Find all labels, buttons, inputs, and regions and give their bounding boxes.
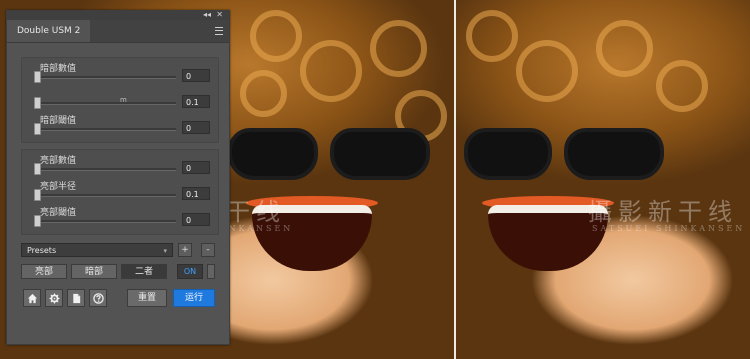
panel-tabbar: Double USM 2 (7, 20, 229, 43)
slider-thumb[interactable] (34, 215, 41, 227)
panel-menu-icon[interactable] (215, 27, 223, 35)
slider-label: 暗部閾值 (40, 116, 77, 126)
slider-label: 亮部閾值 (40, 208, 77, 218)
sunglasses-left-lens (228, 128, 318, 180)
slider-track[interactable] (34, 102, 176, 105)
hair-curl (250, 10, 302, 62)
collapse-icon[interactable]: ◂◂ (203, 10, 211, 19)
panel-titlebar: ◂◂ ✕ (7, 10, 229, 20)
slider-thumb[interactable] (34, 97, 41, 109)
panel-tab[interactable]: Double USM 2 (7, 20, 91, 42)
slider-label: 亮部數值 (40, 156, 77, 166)
sunglasses-right-lens (330, 128, 430, 180)
home-icon (27, 293, 37, 303)
slider-value-field[interactable]: 0 (182, 213, 210, 226)
hair-curl (656, 60, 708, 112)
slider-value-field[interactable]: 0.1 (182, 95, 210, 108)
run-button[interactable]: 运行 (173, 289, 215, 307)
add-preset-button[interactable]: + (178, 243, 192, 257)
help-icon (92, 292, 104, 304)
double-usm-panel: ◂◂ ✕ Double USM 2 暗部數值 0 m 0.1 暗部閾值 0 亮部… (6, 10, 230, 345)
slider-thumb[interactable] (34, 123, 41, 135)
presets-dropdown[interactable]: Presets ▾ (21, 243, 173, 257)
slider-label: 暗部數值 (40, 64, 77, 74)
slider-track[interactable] (34, 76, 176, 79)
slider-label: 亮部半径 (40, 182, 77, 192)
slider-track[interactable] (34, 220, 176, 223)
mode-highlight-button[interactable]: 亮部 (21, 264, 67, 279)
sunglasses-right-lens (564, 128, 664, 180)
watermark-right: 攝影新干线 (588, 198, 738, 226)
hair-curl (596, 20, 653, 77)
slider-row: 暗部數值 0 (22, 60, 218, 86)
sunglasses-left-lens (464, 128, 552, 180)
slider-thumb[interactable] (34, 71, 41, 83)
settings-button[interactable] (45, 289, 63, 307)
slider-row: m 0.1 (22, 86, 218, 112)
hair-curl (240, 70, 287, 117)
highlight-settings-group: 亮部數值 0 亮部半径 0.1 亮部閾值 0 (21, 149, 219, 235)
slider-track[interactable] (34, 194, 176, 197)
chevron-down-icon: ▾ (163, 247, 167, 255)
toggle-side-button[interactable] (207, 264, 215, 279)
slider-value-field[interactable]: 0 (182, 69, 210, 82)
slider-track[interactable] (34, 128, 176, 131)
mode-both-button[interactable]: 二者 (121, 264, 167, 279)
remove-preset-button[interactable]: - (201, 243, 215, 257)
help-button[interactable] (89, 289, 107, 307)
home-button[interactable] (23, 289, 41, 307)
hair-curl (516, 40, 578, 102)
close-icon[interactable]: ✕ (216, 10, 223, 19)
slider-track[interactable] (34, 168, 176, 171)
photo-after (456, 0, 750, 359)
slider-thumb[interactable] (34, 163, 41, 175)
slider-row: 亮部半径 0.1 (22, 178, 218, 204)
slider-value-field[interactable]: 0 (182, 121, 210, 134)
reset-button[interactable]: 重置 (127, 289, 167, 307)
on-toggle[interactable]: ON (177, 264, 203, 279)
document-icon (72, 293, 80, 303)
slider-thumb[interactable] (34, 189, 41, 201)
watermark-right-sub: SATSUEI SHINKANSEN (592, 224, 746, 233)
document-button[interactable] (67, 289, 85, 307)
hair-curl (300, 40, 362, 102)
hair-curl (370, 20, 427, 77)
shadow-settings-group: 暗部數值 0 m 0.1 暗部閾值 0 (21, 57, 219, 143)
slider-value-field[interactable]: 0 (182, 161, 210, 174)
mode-shadow-button[interactable]: 暗部 (71, 264, 117, 279)
slider-value-field[interactable]: 0.1 (182, 187, 210, 200)
slider-row: 亮部數值 0 (22, 152, 218, 178)
presets-selected: Presets (27, 246, 57, 255)
slider-row: 暗部閾值 0 (22, 112, 218, 138)
hair-curl (466, 10, 518, 62)
gear-icon (48, 292, 60, 304)
slider-row: 亮部閾值 0 (22, 204, 218, 230)
